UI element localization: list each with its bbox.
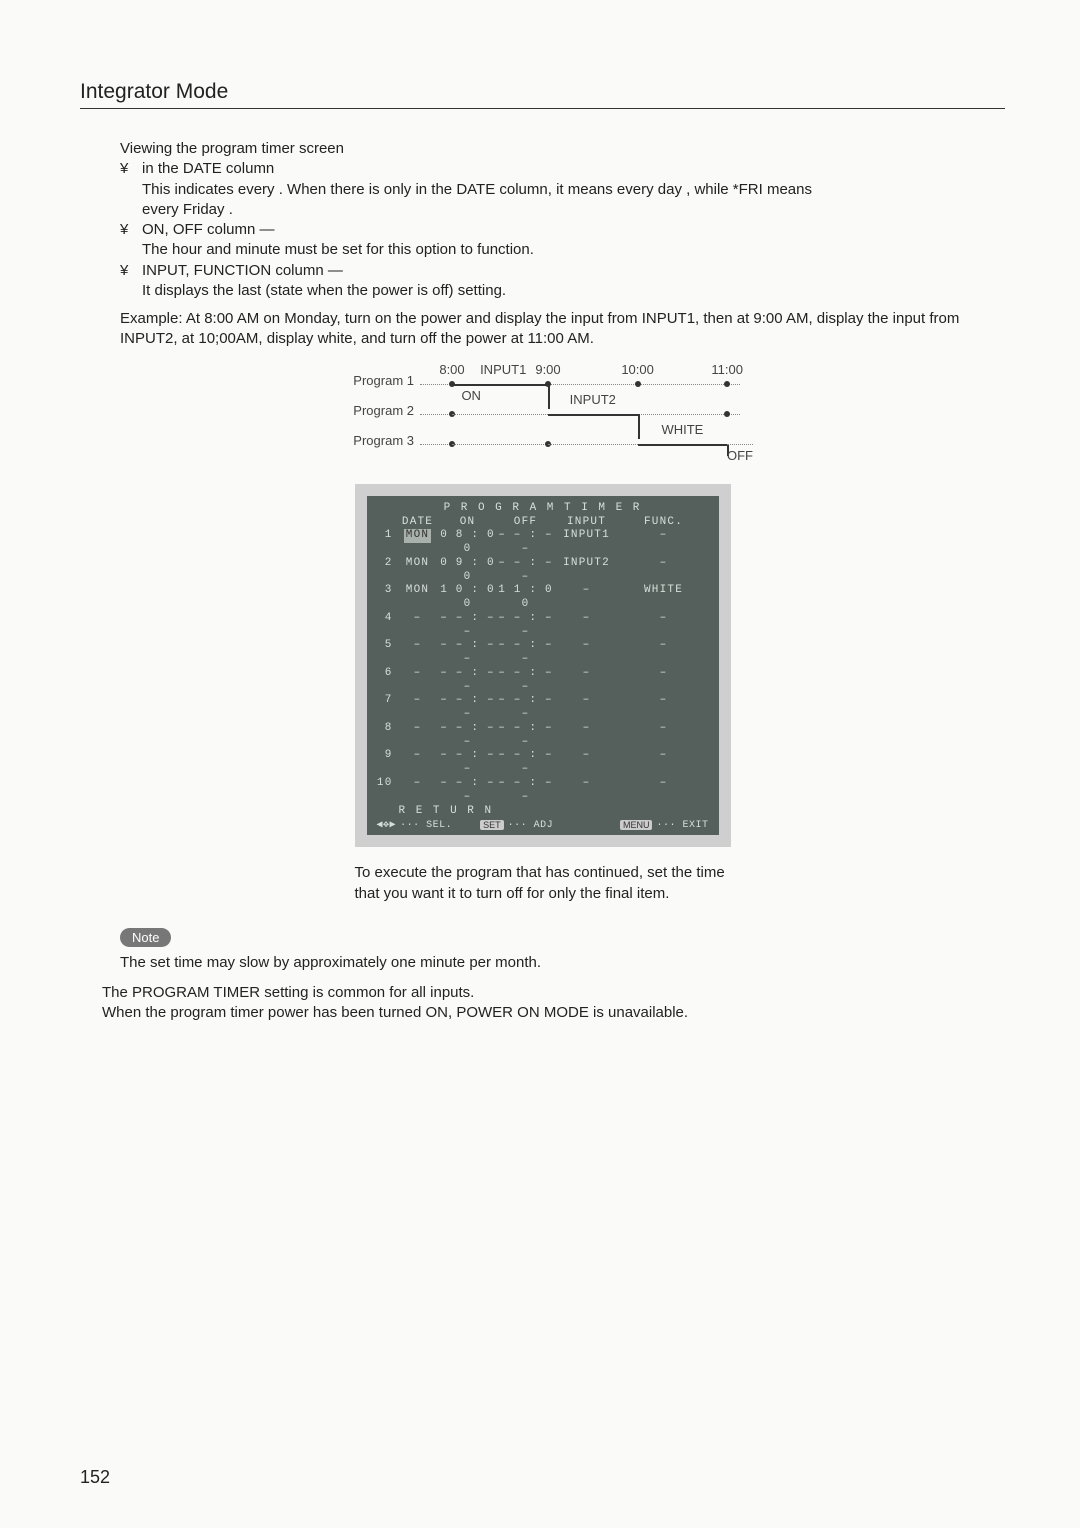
menu-key-icon: MENU xyxy=(620,820,653,830)
menu-row: 5–– – : – –– – : – ––– xyxy=(377,639,709,667)
intro-line: Viewing the program timer screen xyxy=(120,139,1005,159)
timeline-row-3: Program 3 WHITE OFF xyxy=(345,426,740,456)
menu-title: P R O G R A M T I M E R xyxy=(377,502,709,514)
menu-caption: To execute the program that has continue… xyxy=(355,863,731,904)
menu-row: 8–– – : – –– – : – ––– xyxy=(377,722,709,750)
menu-row: 7–– – : – –– – : – ––– xyxy=(377,694,709,722)
menu-row: 9–– – : – –– – : – ––– xyxy=(377,749,709,777)
bullet-1-body: This indicates every . When there is onl… xyxy=(142,180,1005,200)
bullet-marker-icon xyxy=(120,261,142,281)
menu-return: R E T U R N xyxy=(377,805,709,817)
set-key-icon: SET xyxy=(480,820,504,830)
page-number: 152 xyxy=(80,1467,110,1488)
example-paragraph: Example: At 8:00 AM on Monday, turn on t… xyxy=(120,309,1005,350)
menu-row: 10–– – : – –– – : – ––– xyxy=(377,777,709,805)
bullet-marker-icon xyxy=(120,220,142,240)
program-timer-menu: P R O G R A M T I M E R DATE ON OFF INPU… xyxy=(355,484,731,848)
tail-line-1: The PROGRAM TIMER setting is common for … xyxy=(102,983,1005,1003)
tail-line-2: When the program timer power has been tu… xyxy=(102,1003,1005,1023)
bullet-1-body-2: every Friday . xyxy=(142,200,1005,220)
bullet-2: ON, OFF column — xyxy=(120,220,1005,240)
bullet-3-body: It displays the last (state when the pow… xyxy=(142,281,1005,301)
bullet-1: in the DATE column xyxy=(120,159,1005,179)
menu-header-row: DATE ON OFF INPUT FUNC. xyxy=(377,516,709,530)
body-text: Viewing the program timer screen in the … xyxy=(120,139,1005,350)
section-title: Integrator Mode xyxy=(80,80,1005,104)
menu-row: 4–– – : – –– – : – ––– xyxy=(377,612,709,640)
bullet-2-title: ON, OFF column — xyxy=(142,220,275,240)
bullet-1-title: in the DATE column xyxy=(142,159,274,179)
note-text: The set time may slow by approximately o… xyxy=(120,953,1005,973)
menu-row: 1MON0 8 : 0 0– – : – –INPUT1– xyxy=(377,529,709,557)
note-badge: Note xyxy=(120,928,171,947)
timeline-diagram: Program 1 8:00 INPUT1 9:00 10:00 11:00 O… xyxy=(345,366,740,456)
menu-footer: ◀✥▶··· SEL. SET··· ADJ MENU··· EXIT xyxy=(377,819,709,831)
bullet-marker-icon xyxy=(120,159,142,179)
bullet-3: INPUT, FUNCTION column — xyxy=(120,261,1005,281)
title-rule xyxy=(80,108,1005,109)
bullet-2-body: The hour and minute must be set for this… xyxy=(142,240,1005,260)
timeline-row-1: Program 1 8:00 INPUT1 9:00 10:00 11:00 O… xyxy=(345,366,740,396)
menu-row: 2MON0 9 : 0 0– – : – –INPUT2– xyxy=(377,557,709,585)
menu-row: 6–– – : – –– – : – ––– xyxy=(377,667,709,695)
menu-row: 3MON1 0 : 0 01 1 : 0 0–WHITE xyxy=(377,584,709,612)
bullet-3-title: INPUT, FUNCTION column — xyxy=(142,261,343,281)
